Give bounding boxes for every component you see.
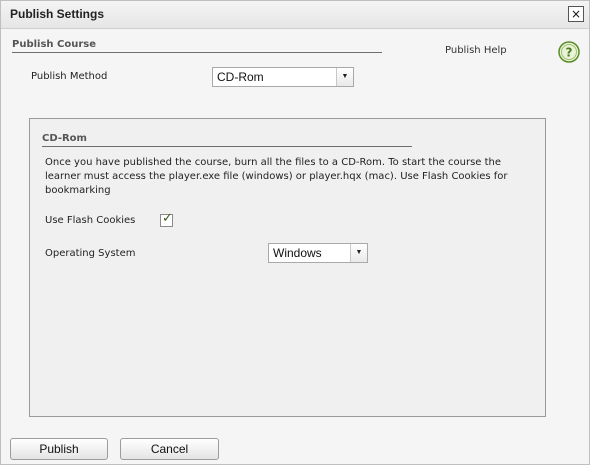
operating-system-select[interactable]: Windows ▼ [268,243,368,263]
operating-system-value: Windows [273,246,322,260]
publish-course-header: Publish Course [12,39,382,53]
svg-text:?: ? [566,46,573,60]
chevron-down-icon[interactable]: ▼ [336,68,353,86]
publish-button[interactable]: Publish [10,438,108,460]
close-icon: × [570,7,582,21]
title-bar[interactable]: Publish Settings × [1,1,589,29]
flash-cookies-label: Use Flash Cookies [45,215,136,226]
cdrom-header: CD-Rom [42,133,412,147]
dialog-title: Publish Settings [10,7,105,21]
publish-method-value: CD-Rom [217,70,264,84]
chevron-down-icon[interactable]: ▼ [350,244,367,262]
flash-cookies-checkbox[interactable]: ✓ [160,211,173,227]
cdrom-settings-panel: CD-Rom Once you have published the cours… [29,118,546,417]
cdrom-description: Once you have published the course, burn… [45,157,508,196]
cancel-button[interactable]: Cancel [120,438,219,460]
question-icon[interactable]: ? [558,41,580,63]
publish-method-select[interactable]: CD-Rom ▼ [212,67,354,87]
publish-method-label: Publish Method [31,71,108,82]
close-button[interactable]: × [568,6,584,22]
checkmark-icon: ✓ [162,211,173,226]
publish-help-link[interactable]: Publish Help [445,45,507,56]
operating-system-label: Operating System [45,248,136,259]
publish-settings-dialog: Publish Settings × Publish Course Publis… [0,0,590,465]
